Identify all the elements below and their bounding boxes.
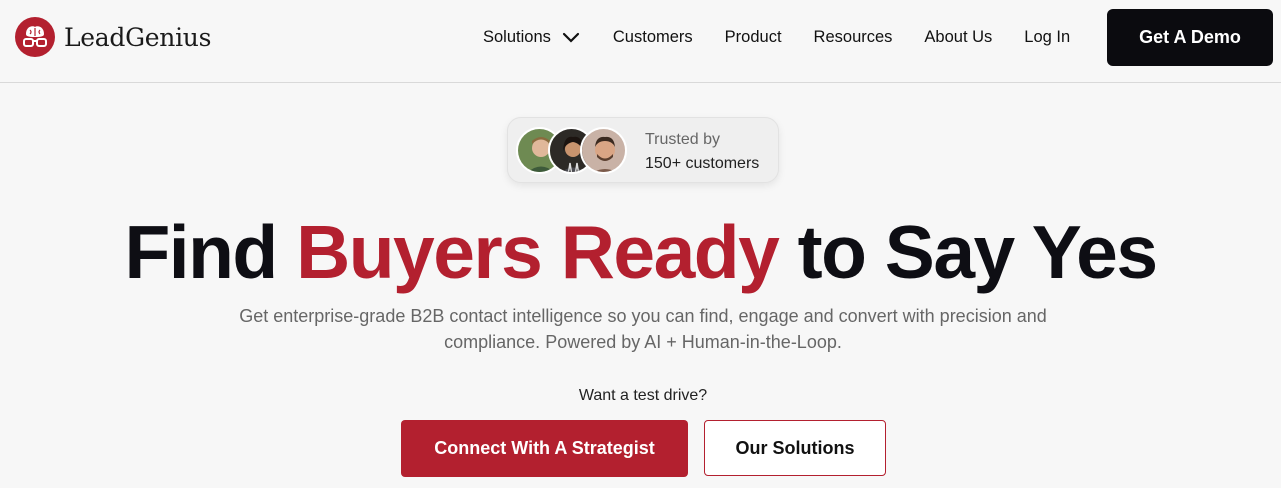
nav-item-resources[interactable]: Resources xyxy=(814,28,893,47)
nav-item-customers[interactable]: Customers xyxy=(613,28,693,47)
brain-glasses-logo-icon xyxy=(15,17,55,57)
chevron-down-icon xyxy=(562,32,579,43)
main-nav: Solutions Customers Product Resources Ab… xyxy=(483,0,1102,75)
headline-accent: Buyers Ready xyxy=(296,210,780,294)
nav-item-about-us[interactable]: About Us xyxy=(924,28,992,47)
nav-item-label: Solutions xyxy=(483,28,551,46)
trust-label: Trusted by xyxy=(645,131,720,148)
trust-badge: Trusted by 150+ customers xyxy=(507,117,779,183)
headline-part-1: Find xyxy=(124,210,297,294)
hero-subtitle: Get enterprise-grade B2B contact intelli… xyxy=(239,306,1047,352)
nav-item-log-in[interactable]: Log In xyxy=(1024,28,1070,47)
nav-item-solutions[interactable]: Solutions xyxy=(483,28,581,47)
hero-headline: Find Buyers Ready to Say Yes xyxy=(0,208,1281,296)
site-header: LeadGenius Solutions Customers Product R… xyxy=(0,0,1281,83)
headline-part-2: to Say Yes xyxy=(778,210,1158,294)
trust-text: Trusted by 150+ customers xyxy=(645,128,759,176)
customer-count: 150+ customers xyxy=(645,155,760,172)
our-solutions-button[interactable]: Our Solutions xyxy=(704,420,886,476)
logo[interactable]: LeadGenius xyxy=(15,17,211,57)
nav-item-product[interactable]: Product xyxy=(725,28,782,47)
get-a-demo-button[interactable]: Get A Demo xyxy=(1107,9,1273,66)
customer-avatar-3 xyxy=(580,127,627,174)
logo-text: LeadGenius xyxy=(64,22,212,52)
test-drive-label: Want a test drive? xyxy=(578,387,708,404)
connect-with-strategist-button[interactable]: Connect With A Strategist xyxy=(401,420,688,477)
